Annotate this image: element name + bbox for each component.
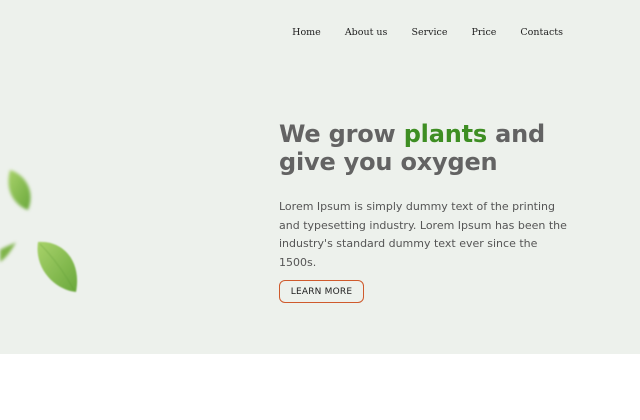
nav-item-home[interactable]: Home [292, 27, 321, 38]
nav-item-price[interactable]: Price [471, 27, 496, 38]
headline-text-start: We grow [279, 120, 404, 148]
learn-more-button[interactable]: LEARN MORE [279, 280, 364, 303]
hero-headline: We grow plants and give you oxygen [279, 120, 599, 176]
leaf-icon [37, 241, 78, 292]
hero-description: Lorem Ipsum is simply dummy text of the … [279, 200, 567, 269]
nav-item-service[interactable]: Service [411, 27, 447, 38]
main-nav: Home About us Service Price Contacts [292, 27, 563, 38]
headline-accent-word: plants [403, 120, 487, 148]
nav-item-contacts[interactable]: Contacts [520, 27, 563, 38]
leaves-decoration [0, 170, 78, 292]
hero-section: Home About us Service Price Contacts We … [0, 0, 640, 354]
leaf-icon [8, 170, 31, 210]
nav-item-about-us[interactable]: About us [345, 27, 388, 38]
leaf-icon [0, 242, 16, 262]
